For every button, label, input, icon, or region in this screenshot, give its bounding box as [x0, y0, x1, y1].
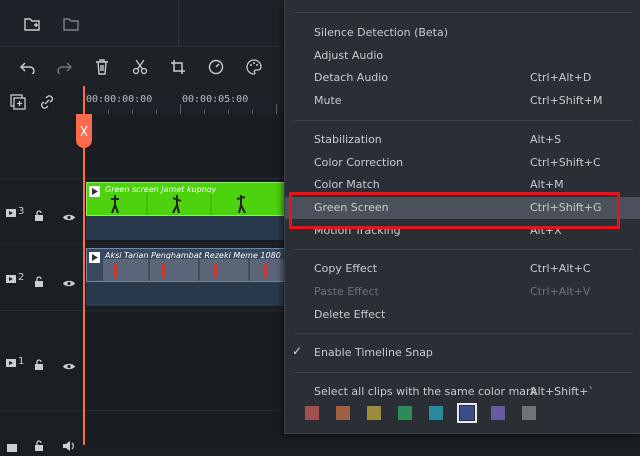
divider [178, 0, 179, 46]
video-track-icon [6, 268, 16, 287]
eye-icon[interactable] [63, 356, 75, 375]
lock-icon[interactable] [34, 355, 44, 374]
clip-audio-strip [86, 282, 290, 306]
color-mark-swatch[interactable] [336, 406, 350, 420]
menu-separator [293, 12, 633, 13]
clip-audio-strip [86, 216, 290, 240]
play-icon [89, 252, 100, 263]
new-folder-icon[interactable] [21, 13, 43, 35]
undo-icon[interactable] [17, 56, 39, 78]
ruler-time-0: 00:00:00:00 [86, 94, 153, 105]
delete-icon[interactable] [91, 56, 113, 78]
clip-thumbnails [111, 193, 246, 215]
lock-icon[interactable] [34, 436, 44, 455]
eye-icon[interactable] [63, 273, 75, 292]
menu-separator [293, 372, 633, 373]
menu-separator [293, 333, 633, 334]
scissors-icon [80, 125, 88, 137]
lock-icon[interactable] [34, 272, 44, 291]
menu-item-detach-audio[interactable]: Detach Audio Ctrl+Alt+D [285, 67, 640, 89]
video-track-icon [6, 352, 16, 371]
clip-thumbnails [103, 259, 289, 281]
video-clip[interactable]: Aksi Tarian Penghambat Rezeki Meme 1080 [86, 248, 290, 282]
menu-separator [293, 120, 633, 121]
audio-track-icon [7, 437, 17, 456]
speaker-icon[interactable] [63, 436, 75, 455]
track-number: 1 [18, 355, 25, 367]
menu-item-mute[interactable]: Mute Ctrl+Shift+M [285, 90, 640, 112]
menu-item-enable-timeline-snap[interactable]: ✓ Enable Timeline Snap [285, 342, 640, 364]
redo-icon[interactable] [53, 56, 75, 78]
menu-item-copy-effect[interactable]: Copy Effect Ctrl+Alt+C [285, 258, 640, 280]
color-mark-swatch[interactable] [305, 406, 319, 420]
track-headers [0, 86, 85, 445]
playhead-handle[interactable] [76, 114, 92, 148]
folder-icon[interactable] [60, 13, 82, 35]
color-mark-swatch[interactable] [457, 403, 477, 423]
ruler-tick [180, 104, 181, 114]
green-screen-clip[interactable]: Green screen Jamet kupnoy [86, 182, 290, 216]
color-mark-swatch[interactable] [491, 406, 505, 420]
menu-item-paste-effect[interactable]: Paste Effect Ctrl+Alt+V [285, 281, 640, 303]
video-track-icon [6, 202, 16, 221]
color-mark-swatch[interactable] [522, 406, 536, 420]
play-icon [89, 186, 100, 197]
menu-separator [293, 249, 633, 250]
ruler-time-5: 00:00:05:00 [182, 94, 249, 105]
track-number: 3 [18, 205, 25, 217]
menu-item-color-correction[interactable]: Color Correction Ctrl+Shift+C [285, 152, 640, 174]
track-number: 2 [18, 271, 25, 283]
color-mark-swatch[interactable] [367, 406, 381, 420]
ruler-tick [276, 104, 277, 114]
split-icon[interactable] [129, 56, 151, 78]
menu-item-select-same-color[interactable]: Select all clips with the same color mar… [285, 381, 640, 403]
annotation-highlight [289, 192, 620, 229]
menu-item-adjust-audio[interactable]: Adjust Audio [285, 45, 640, 67]
color-mark-swatch[interactable] [429, 406, 443, 420]
menu-item-delete-effect[interactable]: Delete Effect [285, 304, 640, 326]
color-palette-icon[interactable] [243, 56, 265, 78]
eye-icon[interactable] [63, 207, 75, 226]
lock-icon[interactable] [34, 206, 44, 225]
link-icon[interactable] [36, 91, 58, 113]
crop-icon[interactable] [167, 56, 189, 78]
menu-item-stabilization[interactable]: Stabilization Alt+S [285, 129, 640, 151]
color-mark-swatch[interactable] [398, 406, 412, 420]
add-track-icon[interactable] [7, 91, 29, 113]
checkmark-icon: ✓ [292, 344, 303, 358]
menu-item-silence-detection[interactable]: Silence Detection (Beta) [285, 22, 640, 44]
speed-icon[interactable] [205, 56, 227, 78]
